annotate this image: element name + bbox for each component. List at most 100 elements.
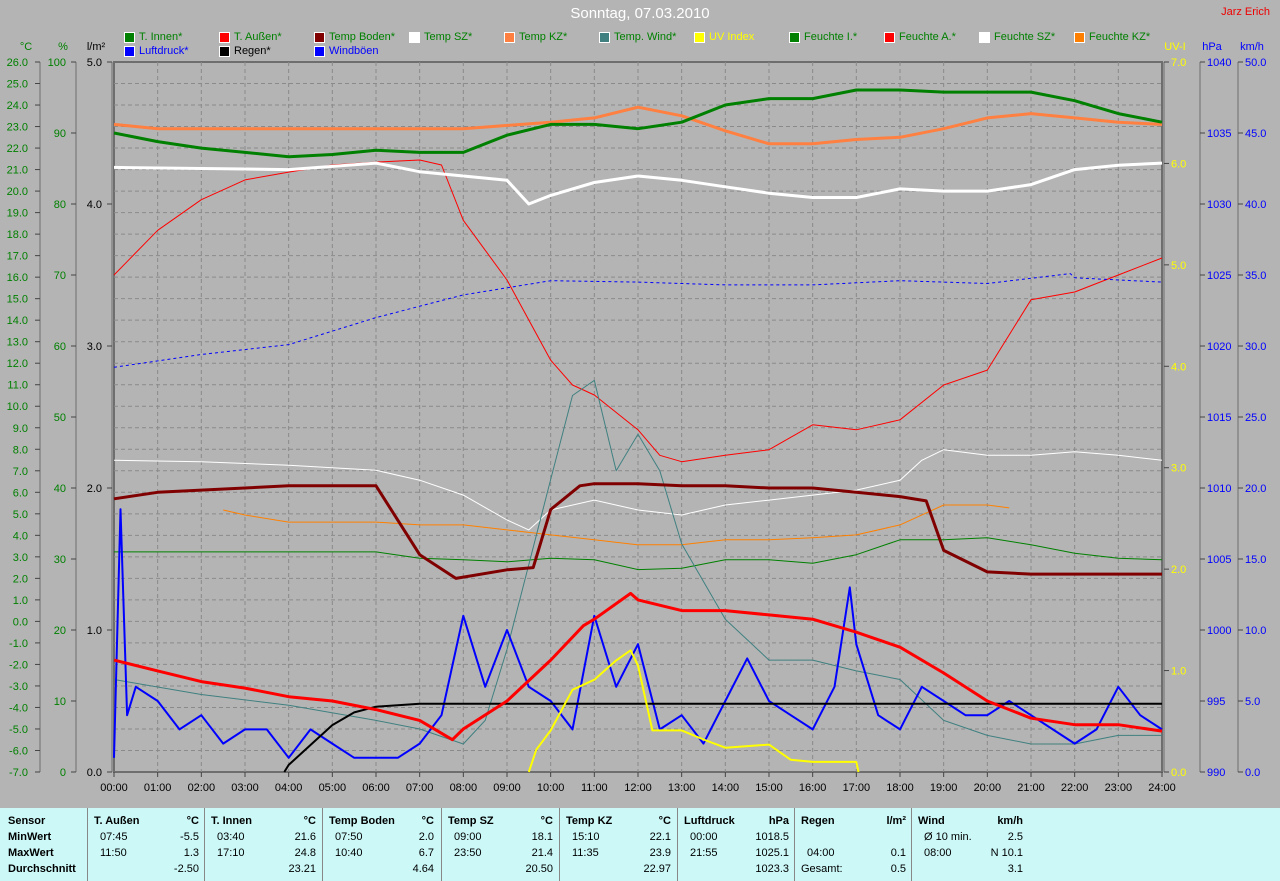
y-tick-label-degC: -7.0 [9, 767, 28, 779]
y-tick-label-degC: 2.0 [13, 573, 28, 585]
legend-label: UV Index [709, 31, 755, 43]
min-value: 18.1 [531, 831, 553, 843]
x-tick-label: 08:00 [450, 782, 478, 794]
legend-label: Temp Boden* [329, 31, 396, 43]
x-tick-label: 10:00 [537, 782, 565, 794]
y-tick-label-kmh: 5.0 [1245, 696, 1260, 708]
y-tick-label-kmh: 45.0 [1245, 128, 1266, 140]
y-tick-label-pct: 100 [48, 57, 66, 69]
legend-item: Feuchte I.* [789, 31, 857, 43]
legend-item: Regen* [219, 45, 271, 57]
x-tick-label: 13:00 [668, 782, 696, 794]
min-value: 22.1 [649, 831, 671, 843]
x-tick-label: 16:00 [799, 782, 827, 794]
x-tick-label: 17:00 [843, 782, 871, 794]
y-tick-label-degC: 1.0 [13, 595, 28, 607]
legend-swatch [789, 31, 800, 43]
legend-swatch [694, 31, 705, 43]
max-value: 23.9 [649, 847, 671, 859]
x-tick-label: 06:00 [362, 782, 390, 794]
max-value: 24.8 [294, 847, 316, 859]
y-tick-label-degC: 11.0 [7, 380, 28, 392]
x-tick-label: 15:00 [755, 782, 783, 794]
legend-swatch [219, 45, 230, 57]
legend-swatch [884, 31, 895, 43]
x-tick-label: 01:00 [144, 782, 172, 794]
y-tick-label-pct: 60 [54, 341, 66, 353]
axis-title-rain: l/m² [87, 41, 106, 53]
max-value: 1025.1 [755, 847, 789, 859]
statistics-table: Sensor MinWert MaxWert Durchschnitt T. Außen… [0, 808, 1280, 881]
min-value: 1018.5 [755, 831, 789, 843]
sensor-unit: l/m² [886, 815, 906, 827]
y-tick-label-degC: 19.0 [7, 208, 28, 220]
y-tick-label-uv: 5.0 [1171, 260, 1186, 272]
sensor-unit: °C [540, 815, 553, 827]
x-tick-label: 11:00 [581, 782, 608, 794]
x-tick-label: 19:00 [930, 782, 958, 794]
y-tick-label-degC: 16.0 [7, 272, 28, 284]
legend-item: Windböen [314, 45, 379, 57]
x-tick-label: 24:00 [1148, 782, 1176, 794]
y-tick-label-hpa: 1015 [1207, 412, 1231, 424]
y-tick-label-rain: 1.0 [87, 625, 102, 637]
x-tick-label: 12:00 [624, 782, 652, 794]
y-tick-label-uv: 2.0 [1171, 564, 1186, 576]
y-tick-label-hpa: 1020 [1207, 341, 1231, 353]
legend-label: Feuchte A.* [899, 31, 956, 43]
legend-swatch [314, 31, 325, 43]
legend-label: Temp SZ* [424, 31, 473, 43]
y-tick-label-degC: 15.0 [7, 294, 28, 306]
y-tick-label-degC: -1.0 [9, 638, 28, 650]
y-tick-label-kmh: 40.0 [1245, 199, 1266, 211]
y-tick-label-degC: 7.0 [13, 466, 28, 478]
x-tick-label: 14:00 [712, 782, 740, 794]
legend-label: T. Außen* [234, 31, 282, 43]
author-label: Jarz Erich [1221, 6, 1270, 18]
y-tick-label-degC: 22.0 [7, 143, 28, 155]
legend-label: T. Innen* [139, 31, 183, 43]
y-tick-label-degC: -6.0 [9, 745, 28, 757]
y-tick-label-degC: 25.0 [7, 79, 28, 91]
y-tick-label-degC: -5.0 [9, 724, 28, 736]
y-tick-label-pct: 0 [60, 767, 66, 779]
max-value: 21.4 [531, 847, 553, 859]
y-tick-label-degC: 13.0 [7, 337, 28, 349]
y-tick-label-degC: -4.0 [9, 702, 28, 714]
y-tick-label-uv: 0.0 [1171, 767, 1186, 779]
y-tick-label-hpa: 1035 [1207, 128, 1231, 140]
y-tick-label-pct: 90 [54, 128, 66, 140]
x-tick-label: 00:00 [100, 782, 128, 794]
y-tick-label-degC: 20.0 [7, 186, 28, 198]
legend-item: T. Außen* [219, 31, 282, 43]
y-tick-label-degC: 5.0 [13, 509, 28, 521]
axis-title-degC: °C [20, 41, 32, 53]
y-tick-label-hpa: 1025 [1207, 270, 1231, 282]
y-tick-label-pct: 20 [54, 625, 66, 637]
row-label: MaxWert [8, 847, 54, 859]
row-label: Sensor [8, 815, 46, 827]
y-tick-label-kmh: 20.0 [1245, 483, 1266, 495]
y-tick-label-hpa: 995 [1207, 696, 1225, 708]
x-tick-label: 07:00 [406, 782, 434, 794]
average-value: -2.50 [173, 863, 199, 875]
y-tick-label-degC: 18.0 [7, 229, 28, 241]
legend-label: Regen* [234, 45, 271, 57]
y-tick-label-pct: 80 [54, 199, 66, 211]
y-tick-label-kmh: 15.0 [1245, 554, 1266, 566]
y-tick-label-kmh: 50.0 [1245, 57, 1266, 69]
legend-label: Feuchte I.* [804, 31, 858, 43]
legend-item: Temp Boden* [314, 31, 395, 43]
max-value: N 10.1 [990, 847, 1023, 859]
y-tick-label-degC: 23.0 [7, 122, 28, 134]
sensor-unit: hPa [768, 815, 789, 827]
x-tick-label: 02:00 [188, 782, 216, 794]
x-tick-label: 22:00 [1061, 782, 1089, 794]
y-tick-label-hpa: 1010 [1207, 483, 1231, 495]
y-tick-label-pct: 30 [54, 554, 66, 566]
y-tick-label-uv: 3.0 [1171, 463, 1186, 475]
axis-title-hpa: hPa [1202, 41, 1222, 53]
sensor-unit: °C [658, 815, 671, 827]
axis-title-uv: UV-I [1164, 41, 1185, 53]
average-value: 4.64 [412, 863, 434, 875]
